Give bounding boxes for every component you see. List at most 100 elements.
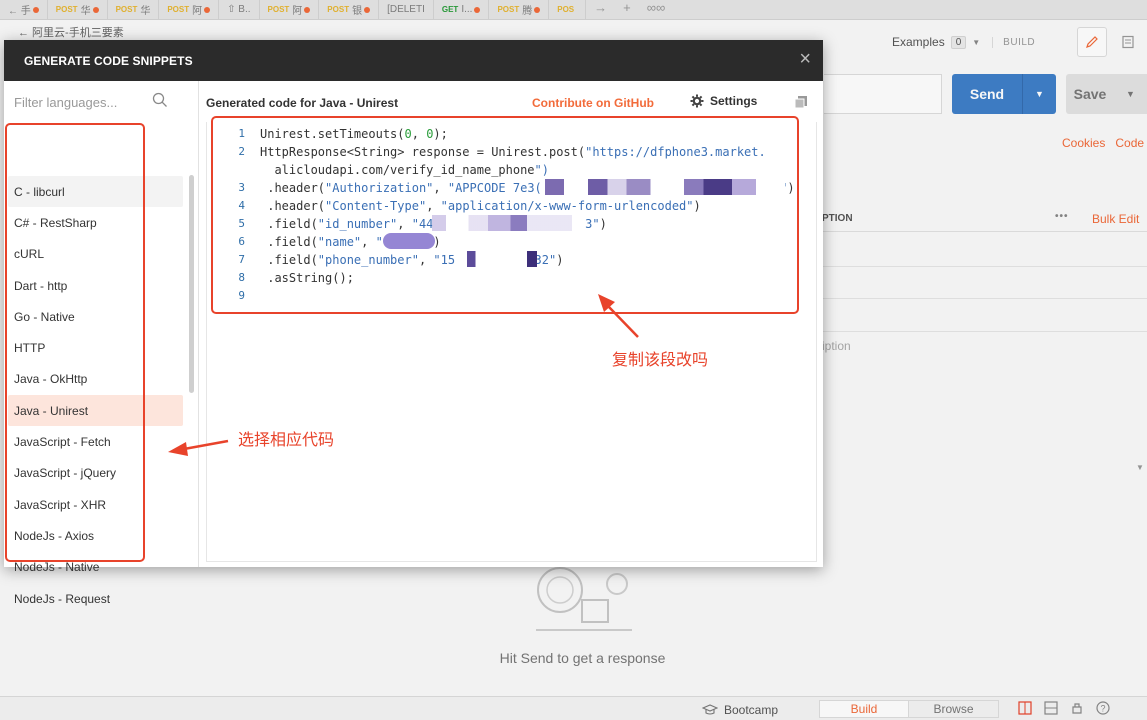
request-tab[interactable]: POST 阿 [159, 0, 220, 20]
settings-label: Settings [710, 94, 758, 108]
language-filter [4, 81, 199, 121]
language-item[interactable]: JavaScript - jQuery [8, 458, 183, 489]
more-options-icon[interactable]: ••• [1055, 211, 1069, 222]
language-item[interactable]: Java - OkHttp [8, 364, 183, 395]
request-title: ← 阿里云-手机三要素 [18, 27, 124, 39]
chevron-down-icon[interactable]: ▼ [1114, 89, 1147, 99]
description-placeholder[interactable]: iption [822, 339, 851, 353]
tab-add-button[interactable]: + [615, 0, 639, 20]
copy-icon[interactable] [794, 95, 808, 109]
layout-icons: ? [1018, 701, 1110, 715]
http-method-badge: POST [55, 5, 78, 14]
request-tab[interactable]: POST 阿 [260, 0, 320, 20]
cookies-code-links: Cookies Code [1062, 136, 1144, 150]
code-line: 4 .header("Content-Type", "application/x… [207, 197, 807, 215]
language-sidebar: C - libcurlC# - RestSharpcURLDart - http… [4, 81, 199, 606]
request-tab[interactable]: POS [549, 0, 587, 20]
request-tab[interactable]: ⇧ B.. [219, 0, 260, 20]
language-item[interactable]: JavaScript - Fetch [8, 426, 183, 457]
code-text: HttpResponse<String> response = Unirest.… [260, 145, 766, 159]
tab-label: 阿 [192, 6, 203, 17]
request-tab[interactable]: POST 华 [48, 0, 108, 20]
modal-title: GENERATE CODE SNIPPETS [24, 54, 193, 68]
language-item[interactable]: NodeJs - Axios [8, 520, 183, 551]
chevron-down-icon[interactable]: ▼ [1022, 74, 1056, 114]
split-view-icon[interactable] [1044, 701, 1058, 715]
chevron-down-icon[interactable]: ▼ [1136, 463, 1144, 472]
pencil-icon [1086, 36, 1098, 48]
language-item[interactable]: JavaScript - XHR [8, 489, 183, 520]
code-line: 9 [207, 287, 807, 305]
language-item[interactable]: Dart - http [8, 270, 183, 301]
line-number: 7 [238, 253, 245, 266]
document-icon [1122, 35, 1134, 49]
annotation-choose-code: 选择相应代码 [238, 430, 335, 449]
bulk-edit-link[interactable]: Bulk Edit [1092, 212, 1139, 226]
code-text: Unirest.setTimeouts(0, 0); [260, 127, 448, 141]
redacted-appcode [545, 179, 785, 195]
request-tab[interactable]: POST 华 [108, 0, 160, 20]
request-tab[interactable]: POST 腾 [489, 0, 550, 20]
language-item[interactable]: NodeJs - Request [8, 583, 183, 614]
language-item[interactable]: cURL [8, 239, 183, 270]
redacted-id-number [432, 215, 572, 231]
unsaved-indicator [204, 6, 211, 13]
language-item[interactable]: HTTP [8, 332, 183, 363]
tab-label: ⇧ B.. [227, 4, 251, 15]
request-tab[interactable]: ← 手 [0, 0, 48, 20]
cookies-link[interactable]: Cookies [1062, 136, 1105, 150]
documentation-button[interactable] [1113, 27, 1143, 57]
language-item[interactable]: Java - Unirest [8, 395, 183, 427]
code-line: 2 HttpResponse<String> response = Unirest… [207, 143, 807, 161]
line-number: 9 [238, 289, 245, 302]
language-item[interactable]: C# - RestSharp [8, 207, 183, 238]
line-number: 2 [238, 145, 245, 158]
code-panel: Generated code for Java - Unirest Contri… [200, 81, 823, 567]
build-toggle[interactable]: Build [819, 700, 909, 718]
scrollbar[interactable] [189, 175, 194, 393]
tab-next-button[interactable]: → [586, 0, 615, 20]
tab-label: 银 [352, 6, 363, 17]
request-tab[interactable]: GET I... [434, 0, 490, 20]
redacted-name [383, 233, 435, 249]
send-button[interactable]: Send ▼ [952, 74, 1056, 114]
tab-label: ← 手 [8, 6, 31, 17]
unsaved-indicator [534, 6, 541, 13]
edit-button[interactable] [1077, 27, 1107, 57]
language-item[interactable]: NodeJs - Native [8, 552, 183, 583]
url-input[interactable] [824, 74, 942, 114]
tab-label: 阿 [292, 6, 303, 17]
line-number: 1 [238, 127, 245, 140]
status-bar: Bootcamp Build Browse ? [0, 696, 1147, 720]
params-table-header: PTION ••• Bulk Edit [822, 206, 1147, 232]
tab-more-button[interactable]: ∞∞ [639, 0, 674, 20]
line-number: 5 [238, 217, 245, 230]
unsaved-indicator [92, 6, 99, 13]
save-button-label: Save [1073, 86, 1107, 102]
unsaved-indicator [32, 6, 39, 13]
build-mode-label: BUILD [992, 36, 1035, 48]
browse-toggle[interactable]: Browse [909, 700, 999, 718]
table-row-divider [822, 298, 1147, 299]
two-pane-view-icon[interactable] [1018, 701, 1032, 715]
code-link[interactable]: Code [1115, 136, 1144, 150]
line-number: 4 [238, 199, 245, 212]
keyboard-shortcuts-icon[interactable] [1070, 701, 1084, 715]
code-line: 8 .asString(); [207, 269, 807, 287]
save-button[interactable]: Save ▼ [1066, 74, 1147, 114]
language-item[interactable]: Go - Native [8, 301, 183, 332]
examples-dropdown[interactable]: Examples 0 ▼ BUILD [892, 35, 1035, 49]
filter-languages-input[interactable] [14, 91, 154, 113]
http-method-badge: POST [327, 5, 350, 14]
help-icon[interactable]: ? [1096, 701, 1110, 715]
contribute-on-github-link[interactable]: Contribute on GitHub [532, 96, 654, 110]
close-icon[interactable]: × [799, 48, 811, 70]
request-tab[interactable]: POST 银 [319, 0, 380, 20]
language-item[interactable]: C - libcurl [8, 176, 183, 208]
bootcamp-link[interactable]: Bootcamp [702, 703, 778, 717]
code-editor[interactable]: 1 Unirest.setTimeouts(0, 0); 2 HttpResponse… [206, 122, 817, 562]
empty-response-message: Hit Send to get a response [499, 650, 666, 666]
http-method-badge: POST [267, 5, 290, 14]
settings-button[interactable]: Settings [690, 94, 757, 108]
request-tab[interactable]: [DELETI [379, 0, 434, 20]
